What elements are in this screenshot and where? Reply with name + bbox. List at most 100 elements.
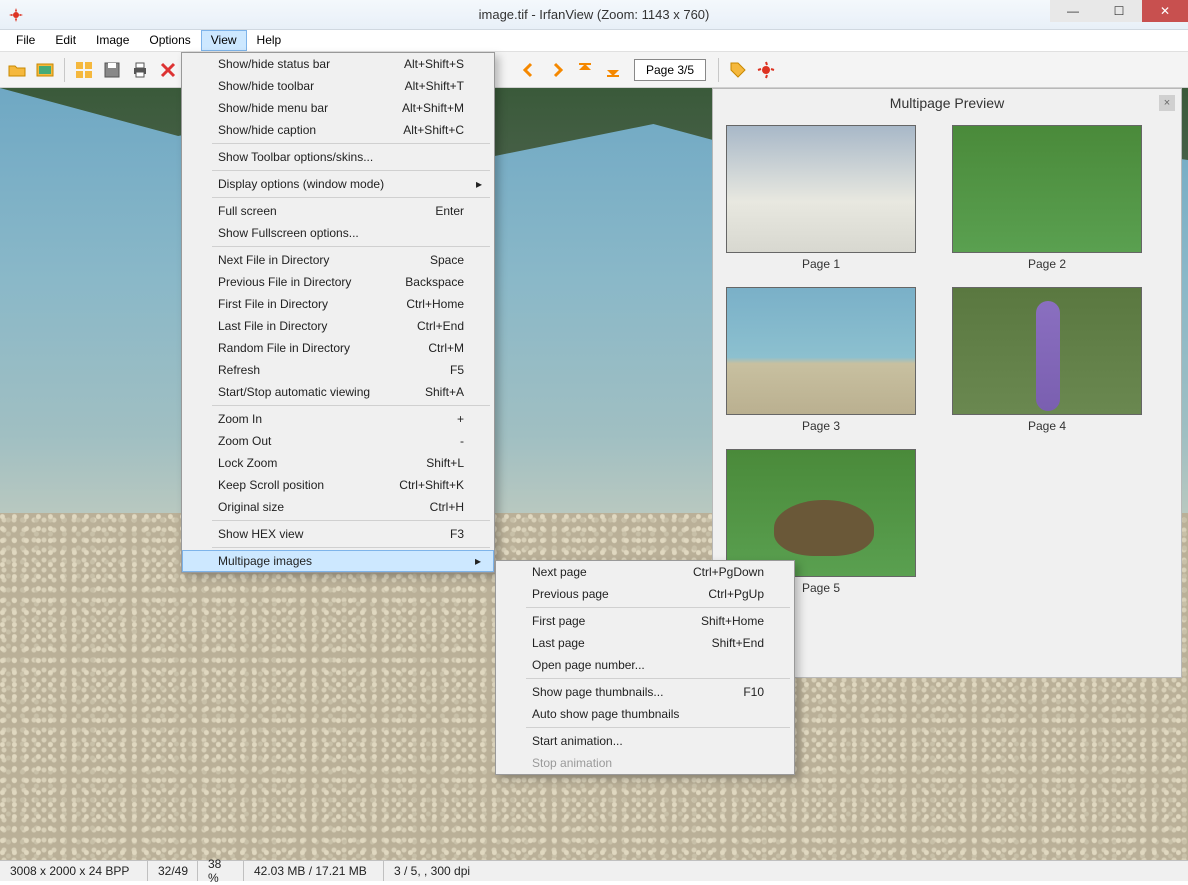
next-arrow-icon[interactable] — [544, 57, 570, 83]
status-page-dpi: 3 / 5, , 300 dpi — [384, 861, 1188, 881]
menu-edit[interactable]: Edit — [45, 30, 86, 51]
menu-item-label: Show/hide status bar — [218, 57, 330, 71]
page-thumbnail[interactable]: Page 2 — [951, 125, 1143, 271]
view-dropdown: Show/hide status barAlt+Shift+SShow/hide… — [181, 52, 495, 573]
thumbnail-caption: Page 3 — [802, 419, 840, 433]
submenu-item[interactable]: Open page number... — [496, 654, 794, 676]
status-dimensions: 3008 x 2000 x 24 BPP — [0, 861, 148, 881]
minimize-button[interactable]: — — [1050, 0, 1096, 22]
menu-item[interactable]: Show Fullscreen options... — [182, 222, 494, 244]
menu-item[interactable]: Multipage images▸ — [182, 550, 494, 572]
thumbnail-image — [726, 287, 916, 415]
menu-item-accel: + — [457, 412, 464, 426]
close-button[interactable]: ✕ — [1142, 0, 1188, 22]
menu-item[interactable]: Start/Stop automatic viewingShift+A — [182, 381, 494, 403]
submenu-item[interactable]: Last page Shift+End — [496, 632, 794, 654]
menu-item-label: Full screen — [218, 204, 277, 218]
multipage-submenu: Next pageCtrl+PgDown Previous page Ctrl+Pg… — [495, 560, 795, 775]
menu-item[interactable]: Show/hide toolbarAlt+Shift+T — [182, 75, 494, 97]
window-controls: — ☐ ✕ — [1050, 0, 1188, 22]
menu-item[interactable]: Show/hide caption Alt+Shift+C — [182, 119, 494, 141]
menu-item[interactable]: Lock ZoomShift+L — [182, 452, 494, 474]
thumbnail-caption: Page 1 — [802, 257, 840, 271]
maximize-button[interactable]: ☐ — [1096, 0, 1142, 22]
menu-item[interactable]: Next File in Directory Space — [182, 249, 494, 271]
submenu-item-label: Last page — [532, 636, 585, 650]
submenu-item[interactable]: Next pageCtrl+PgDown — [496, 561, 794, 583]
menu-file[interactable]: File — [6, 30, 45, 51]
thumbnail-image — [726, 449, 916, 577]
submenu-item[interactable]: Auto show page thumbnails — [496, 703, 794, 725]
menu-item-label: Next File in Directory — [218, 253, 329, 267]
menu-item[interactable]: Full screenEnter — [182, 200, 494, 222]
menu-item-label: Keep Scroll position — [218, 478, 324, 492]
page-thumbnail[interactable]: Page 3 — [725, 287, 917, 433]
print-icon[interactable] — [127, 57, 153, 83]
menu-item-accel: F3 — [450, 527, 464, 541]
page-thumbnail[interactable]: Page 4 — [951, 287, 1143, 433]
menu-options[interactable]: Options — [139, 30, 200, 51]
tag-icon[interactable] — [725, 57, 751, 83]
submenu-item-accel: Ctrl+PgUp — [708, 587, 764, 601]
prev-arrow-icon[interactable] — [516, 57, 542, 83]
menu-view[interactable]: View — [201, 30, 247, 51]
menu-item[interactable]: Show HEX viewF3 — [182, 523, 494, 545]
thumbnail-grid: Page 1 Page 2 Page 3 Page 4 Page 5 — [713, 117, 1181, 603]
up-arrow-icon[interactable] — [572, 57, 598, 83]
menu-item[interactable]: Zoom Out- — [182, 430, 494, 452]
menu-item[interactable]: Keep Scroll position Ctrl+Shift+K — [182, 474, 494, 496]
slideshow-icon[interactable] — [32, 57, 58, 83]
menu-item[interactable]: Zoom In+ — [182, 408, 494, 430]
submenu-arrow-icon: ▸ — [476, 177, 482, 191]
thumbnail-caption: Page 5 — [802, 581, 840, 595]
down-arrow-icon[interactable] — [600, 57, 626, 83]
submenu-item-label: Previous page — [532, 587, 609, 601]
window-title: image.tif - IrfanView (Zoom: 1143 x 760) — [0, 7, 1188, 22]
menu-image[interactable]: Image — [86, 30, 139, 51]
irfan-icon[interactable] — [753, 57, 779, 83]
menu-help[interactable]: Help — [247, 30, 292, 51]
delete-icon[interactable] — [155, 57, 181, 83]
menu-item-accel: F5 — [450, 363, 464, 377]
menu-item[interactable]: First File in DirectoryCtrl+Home — [182, 293, 494, 315]
save-icon[interactable] — [99, 57, 125, 83]
menu-item[interactable]: Previous File in DirectoryBackspace — [182, 271, 494, 293]
thumbnail-image — [952, 287, 1142, 415]
menu-item[interactable]: Show/hide menu barAlt+Shift+M — [182, 97, 494, 119]
submenu-item-accel: Shift+End — [712, 636, 764, 650]
menu-item[interactable]: Show Toolbar options/skins... — [182, 146, 494, 168]
submenu-item[interactable]: Previous page Ctrl+PgUp — [496, 583, 794, 605]
menu-item-label: Show/hide caption — [218, 123, 316, 137]
multipage-close-button[interactable]: × — [1159, 95, 1175, 111]
status-zoom: 38 % — [198, 861, 244, 881]
menu-item[interactable]: Random File in DirectoryCtrl+M — [182, 337, 494, 359]
submenu-item[interactable]: Show page thumbnails...F10 — [496, 681, 794, 703]
menubar: File Edit Image Options View Help — [0, 30, 1188, 52]
menu-item[interactable]: Last File in DirectoryCtrl+End — [182, 315, 494, 337]
status-index: 32/49 — [148, 861, 198, 881]
menu-item-accel: Alt+Shift+T — [405, 79, 464, 93]
menu-item-accel: Ctrl+Shift+K — [399, 478, 464, 492]
submenu-item-label: Stop animation — [532, 756, 612, 770]
menu-item-accel: Shift+A — [425, 385, 464, 399]
menu-item-label: First File in Directory — [218, 297, 328, 311]
submenu-item[interactable]: Start animation... — [496, 730, 794, 752]
menu-item-label: Previous File in Directory — [218, 275, 351, 289]
thumbnail-caption: Page 2 — [1028, 257, 1066, 271]
page-thumbnail[interactable]: Page 1 — [725, 125, 917, 271]
thumbnail-image — [726, 125, 916, 253]
menu-item-accel: Alt+Shift+M — [402, 101, 464, 115]
menu-item-accel: Alt+Shift+C — [403, 123, 464, 137]
menu-item-label: Show Fullscreen options... — [218, 226, 359, 240]
menu-item[interactable]: Display options (window mode)▸ — [182, 173, 494, 195]
menu-item-accel: Alt+Shift+S — [404, 57, 464, 71]
page-input[interactable] — [634, 59, 706, 81]
submenu-item[interactable]: First pageShift+Home — [496, 610, 794, 632]
submenu-arrow-icon: ▸ — [475, 554, 481, 568]
menu-item[interactable]: Show/hide status bar Alt+Shift+S — [182, 53, 494, 75]
menu-item[interactable]: Original sizeCtrl+H — [182, 496, 494, 518]
menu-item[interactable]: RefreshF5 — [182, 359, 494, 381]
menu-item-accel: Space — [430, 253, 464, 267]
thumbnails-icon[interactable] — [71, 57, 97, 83]
open-icon[interactable] — [4, 57, 30, 83]
